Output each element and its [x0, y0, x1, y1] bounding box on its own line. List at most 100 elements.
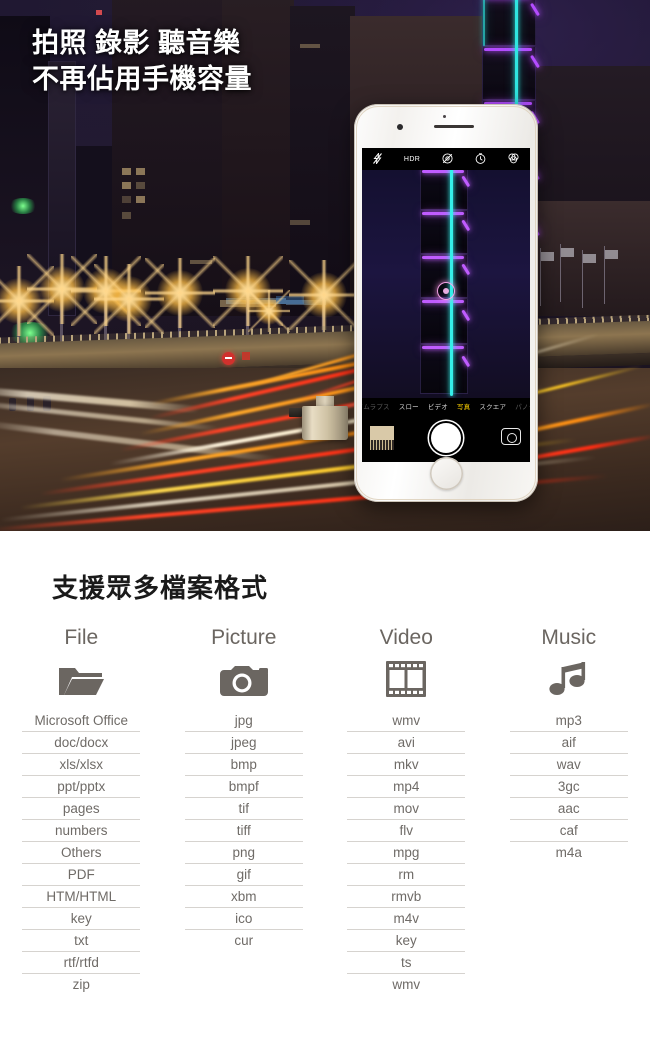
format-item: Others [22, 842, 141, 865]
format-item: wav [509, 754, 628, 777]
format-item: zip [72, 976, 90, 992]
hero-headline: 拍照 錄影 聽音樂 不再佔用手機容量 [32, 28, 252, 94]
window-light [290, 220, 310, 225]
format-item: rmvb [347, 886, 466, 909]
flag [541, 252, 554, 261]
column-heading-music: Music [541, 626, 597, 649]
section-title: 支援眾多檔案格式 [52, 573, 269, 603]
camera-mode-square[interactable]: スクエア [479, 401, 506, 411]
format-list-file: Microsoft Office doc/docx xls/xlsx ppt/p… [22, 710, 141, 995]
photo-thumbnail[interactable] [370, 426, 394, 450]
live-photo-off-icon[interactable] [442, 152, 453, 166]
format-item: ts [347, 952, 466, 975]
format-list-music: mp3 aif wav 3gc aac caf m4a [509, 710, 628, 863]
lamp-flare [179, 292, 181, 294]
flag [605, 250, 618, 259]
camera-top-controls: HDR [362, 148, 530, 170]
focus-ring-indicator [437, 282, 455, 300]
camera-mode-selector[interactable]: タイムラプス スロー ビデオ 写真 スクエア パノラマ [362, 398, 530, 414]
window-light [300, 44, 320, 48]
flash-off-icon[interactable] [373, 151, 382, 166]
format-item: key [22, 908, 141, 931]
lightning-flash-drive [289, 396, 348, 440]
format-item: rm [347, 864, 466, 887]
format-item: bmp [184, 754, 303, 777]
format-item: ppt/pptx [22, 776, 141, 799]
format-item: aac [509, 798, 628, 821]
format-item: png [184, 842, 303, 865]
format-list-video: wmv avi mkv mp4 mov flv mpg rm rmvb m4v … [347, 710, 466, 995]
format-item: tif [184, 798, 303, 821]
hdr-label[interactable]: HDR [404, 156, 420, 163]
timer-icon[interactable] [475, 152, 486, 166]
camera-mode-pano[interactable]: パノラマ [515, 401, 530, 411]
iphone-device: HDR ムラプス スロー ビデオ 写真 スクエア パノ [354, 104, 538, 502]
music-note-icon [549, 660, 589, 698]
proximity-sensor [443, 115, 446, 118]
format-item: m4v [347, 908, 466, 931]
format-item: xls/xlsx [22, 754, 141, 777]
window-light [122, 212, 131, 219]
format-item: ico [184, 908, 303, 931]
camera-mode-video[interactable]: ビデオ [428, 401, 448, 411]
lamp-flare [323, 294, 325, 296]
format-column-file: File Microsoft Office doc/docx xls/xlsx … [0, 627, 163, 995]
front-camera-icon [397, 124, 403, 130]
flag [561, 248, 574, 257]
column-heading-video: Video [379, 626, 433, 649]
lamp-flare [268, 310, 269, 311]
lamp-flare [61, 288, 63, 290]
film-icon [386, 660, 427, 698]
format-column-music: Music mp3 aif wav 3gc aac caf m4a [488, 627, 650, 995]
antenna-light [96, 10, 102, 15]
window-light [122, 196, 131, 203]
window-light [122, 182, 131, 189]
format-item: Microsoft Office [22, 710, 141, 733]
home-button[interactable] [429, 457, 463, 490]
format-column-video: Video wmv avi mkv mp4 mov flv mpg rm rmv… [325, 627, 488, 995]
format-item: mov [347, 798, 466, 821]
camera-icon [219, 660, 268, 698]
window-light [122, 168, 131, 175]
format-item: mp3 [509, 710, 628, 733]
format-item: jpg [184, 710, 303, 733]
filters-icon[interactable] [508, 152, 519, 166]
format-item: tiff [184, 820, 303, 843]
earpiece-speaker [434, 125, 474, 128]
format-item: mp4 [347, 776, 466, 799]
format-item: mkv [347, 754, 466, 777]
format-item: gif [184, 864, 303, 887]
format-item: pages [22, 798, 141, 821]
phone-screen: HDR ムラプス スロー ビデオ 写真 スクエア パノ [362, 148, 530, 462]
hero-photo: 拍照 錄影 聽音樂 不再佔用手機容量 HDR ムラプス スロー ビデオ 写真 ス… [0, 0, 650, 531]
format-item: HTM/HTML [22, 886, 141, 909]
window-light [136, 168, 145, 175]
window-light [136, 182, 145, 189]
format-item: 3gc [509, 776, 628, 799]
camera-mode-timelapse[interactable]: タイムラプス [362, 401, 390, 411]
format-columns: File Microsoft Office doc/docx xls/xlsx … [0, 627, 650, 995]
format-item: wmv [392, 976, 421, 992]
format-column-picture: Picture jpg jpeg bmp bmpf tif tiff png g… [163, 627, 326, 995]
format-item: m4a [555, 844, 582, 860]
format-item: mpg [347, 842, 466, 865]
format-item: bmpf [184, 776, 303, 799]
format-item: wmv [347, 710, 466, 733]
camera-mode-photo[interactable]: 写真 [457, 401, 470, 411]
flag [583, 254, 596, 263]
format-item: cur [234, 932, 254, 948]
format-item: txt [22, 930, 141, 953]
format-item: jpeg [184, 732, 303, 755]
flash-drive-body [302, 406, 348, 440]
format-list-picture: jpg jpeg bmp bmpf tif tiff png gif xbm i… [184, 710, 303, 951]
file-formats-section: 支援眾多檔案格式 File Microsoft Office doc/docx … [0, 531, 650, 1040]
camera-mode-slomo[interactable]: スロー [399, 401, 419, 411]
headphone-jack [289, 408, 302, 417]
shutter-button[interactable] [431, 423, 461, 453]
lamp-flare [128, 298, 130, 300]
flip-camera-icon[interactable] [501, 428, 521, 445]
format-item: flv [347, 820, 466, 843]
format-item: doc/docx [22, 732, 141, 755]
format-item: PDF [22, 864, 141, 887]
camera-viewfinder[interactable] [362, 170, 530, 398]
